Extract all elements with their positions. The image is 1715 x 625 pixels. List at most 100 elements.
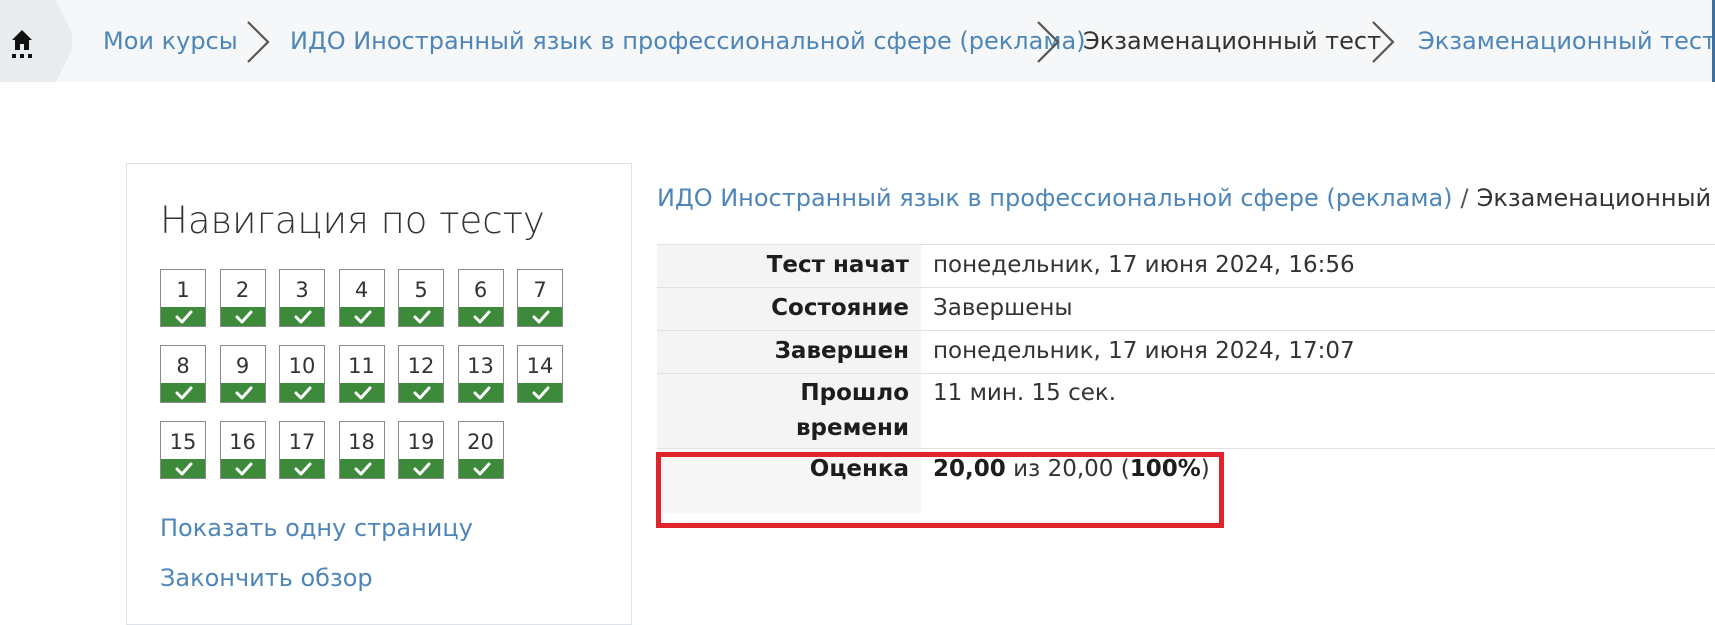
- question-state-answered: [399, 383, 443, 402]
- question-button-14[interactable]: 14: [517, 345, 563, 403]
- check-icon: [413, 310, 431, 324]
- question-number: 20: [467, 430, 494, 454]
- check-icon: [413, 386, 431, 400]
- table-row: Завершен понедельник, 17 июня 2024, 17:0…: [657, 330, 1715, 374]
- row-label-started: Тест начат: [657, 244, 921, 288]
- question-button-16[interactable]: 16: [219, 421, 266, 479]
- breadcrumb: Мои курсы ИДО Иностранный язык в професс…: [0, 0, 1715, 82]
- question-state-answered: [518, 383, 562, 402]
- check-icon: [473, 386, 490, 400]
- question-number: 9: [235, 354, 250, 378]
- question-state-answered: [458, 383, 503, 402]
- finish-review-link[interactable]: Закончить обзор: [160, 564, 373, 592]
- quiz-navigation-title: Навигация по тесту: [160, 199, 545, 242]
- check-icon: [294, 462, 312, 476]
- show-one-page-link[interactable]: Показать одну страницу: [160, 514, 473, 542]
- question-button-13[interactable]: 13: [457, 345, 504, 403]
- question-state-answered: [339, 459, 384, 478]
- question-button-7[interactable]: 7: [517, 269, 563, 327]
- check-icon: [413, 462, 431, 476]
- question-button-9[interactable]: 9: [219, 345, 266, 403]
- check-icon: [175, 310, 193, 324]
- breadcrumb-my-courses[interactable]: Мои курсы: [103, 0, 238, 82]
- chevron-right-icon: [247, 21, 270, 63]
- check-icon: [354, 310, 371, 324]
- question-button-1[interactable]: 1: [160, 269, 206, 327]
- question-button-4[interactable]: 4: [338, 269, 385, 327]
- question-number: 19: [407, 430, 435, 454]
- row-label-elapsed: Прошло времени: [657, 373, 921, 449]
- question-button-3[interactable]: 3: [279, 269, 325, 327]
- question-state-answered: [339, 307, 384, 326]
- breadcrumb-exam: Экзаменационный тест: [1083, 27, 1382, 55]
- question-button-8[interactable]: 8: [160, 345, 206, 403]
- check-icon: [294, 310, 312, 324]
- question-state-answered: [518, 307, 562, 326]
- table-row: Тест начат понедельник, 17 июня 2024, 16…: [657, 244, 1715, 288]
- question-state-answered: [280, 459, 324, 478]
- chevron-right-icon: [1372, 21, 1395, 63]
- question-button-5[interactable]: 5: [398, 269, 444, 327]
- question-number: 6: [473, 278, 488, 302]
- summary-heading: ИДО Иностранный язык в профессиональной …: [657, 184, 1715, 212]
- question-button-10[interactable]: 10: [279, 345, 325, 403]
- row-value-completed: понедельник, 17 июня 2024, 17:07: [921, 330, 1715, 374]
- question-button-17[interactable]: 17: [279, 421, 325, 479]
- question-state-answered: [280, 383, 324, 402]
- question-button-11[interactable]: 11: [338, 345, 385, 403]
- question-state-answered: [220, 459, 265, 478]
- question-number: 11: [348, 354, 375, 378]
- question-state-answered: [339, 383, 384, 402]
- breadcrumb-exam-review[interactable]: Экзаменационный тест: [1418, 0, 1715, 82]
- question-number: 3: [295, 278, 309, 302]
- breadcrumb-course[interactable]: ИДО Иностранный язык в профессиональной …: [290, 0, 1086, 82]
- breadcrumb-home[interactable]: [0, 0, 72, 82]
- row-label-completed: Завершен: [657, 330, 921, 374]
- question-state-answered: [220, 307, 265, 326]
- summary-course-link[interactable]: ИДО Иностранный язык в профессиональной …: [657, 184, 1453, 212]
- question-button-18[interactable]: 18: [338, 421, 385, 479]
- question-number: 8: [176, 354, 190, 378]
- question-number: 15: [169, 430, 197, 454]
- home-icon: [12, 30, 32, 58]
- row-value-started: понедельник, 17 июня 2024, 16:56: [921, 244, 1715, 288]
- question-state-answered: [161, 459, 205, 478]
- summary-separator: /: [1460, 184, 1469, 212]
- question-state-answered: [220, 383, 265, 402]
- question-button-15[interactable]: 15: [160, 421, 206, 479]
- chevron-right-icon: [1037, 21, 1060, 63]
- check-icon: [532, 386, 550, 400]
- question-number: 2: [235, 278, 250, 302]
- table-row: Прошло времени 11 мин. 15 сек.: [657, 373, 1715, 449]
- question-state-answered: [458, 459, 503, 478]
- check-icon: [235, 310, 252, 324]
- question-number: 13: [467, 354, 494, 378]
- check-icon: [532, 310, 550, 324]
- question-number: 14: [526, 354, 554, 378]
- question-state-answered: [161, 383, 205, 402]
- question-button-19[interactable]: 19: [398, 421, 444, 479]
- row-label-elapsed-line1: Прошло: [800, 380, 909, 406]
- row-value-elapsed: 11 мин. 15 сек.: [921, 373, 1715, 449]
- summary-current: Экзаменационный тест: [1476, 184, 1715, 212]
- question-state-answered: [399, 307, 443, 326]
- table-row: Состояние Завершены: [657, 287, 1715, 331]
- check-icon: [175, 462, 193, 476]
- question-number: 10: [288, 354, 316, 378]
- question-number: 18: [348, 430, 375, 454]
- row-label-elapsed-line2: времени: [795, 415, 909, 441]
- quiz-navigation-block: Навигация по тесту 1 2 3 4 5 6 7 8 9 10 11 12 13 14 15…: [126, 163, 632, 625]
- check-icon: [235, 462, 252, 476]
- row-value-state: Завершены: [921, 287, 1715, 331]
- question-button-6[interactable]: 6: [457, 269, 504, 327]
- row-label-state: Состояние: [657, 287, 921, 331]
- question-state-answered: [458, 307, 503, 326]
- check-icon: [473, 310, 490, 324]
- check-icon: [354, 462, 371, 476]
- question-button-2[interactable]: 2: [219, 269, 266, 327]
- question-button-12[interactable]: 12: [398, 345, 444, 403]
- grade-highlight-box: [656, 452, 1224, 528]
- question-button-20[interactable]: 20: [457, 421, 504, 479]
- question-number: 17: [288, 430, 316, 454]
- check-icon: [473, 462, 490, 476]
